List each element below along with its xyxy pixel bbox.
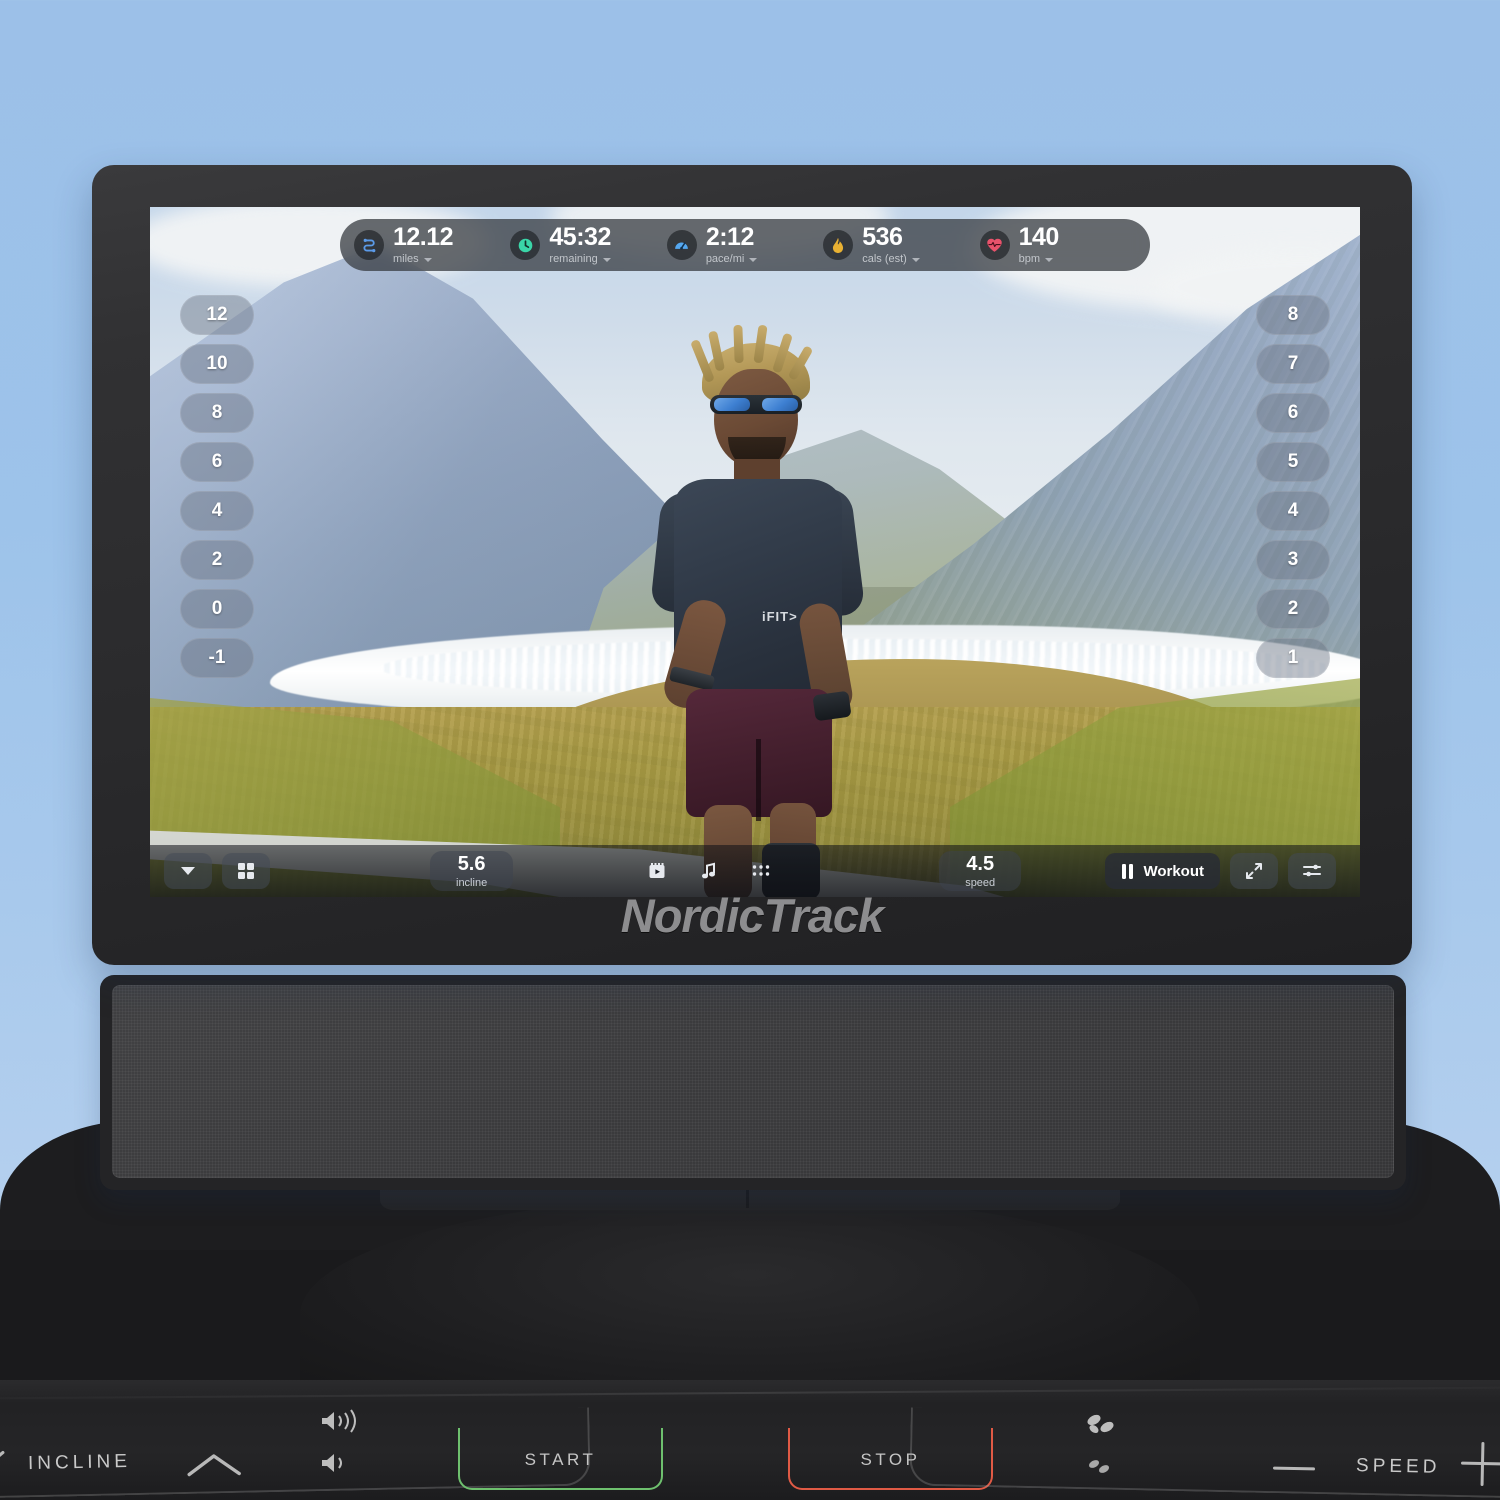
incline-up-icon[interactable] <box>185 1449 244 1480</box>
metric-label: cals (est) <box>862 253 907 265</box>
volume-high-icon[interactable] <box>318 1408 364 1434</box>
apps-button[interactable] <box>737 853 785 889</box>
chevron-down-icon[interactable] <box>602 257 611 262</box>
workout-pause-button[interactable]: Workout <box>1105 853 1220 889</box>
speed-pill[interactable]: 1 <box>1256 638 1330 678</box>
runner-shorts-seam <box>756 739 761 821</box>
route-icon <box>354 230 384 260</box>
metric-miles[interactable]: 12.12 miles <box>354 225 510 265</box>
speed-pill[interactable]: 3 <box>1256 540 1330 580</box>
speed-pill[interactable]: 8 <box>1256 295 1330 335</box>
speed-pill[interactable]: 5 <box>1256 442 1330 482</box>
console-speaker-bar <box>100 975 1406 1190</box>
metric-label: pace/mi <box>705 253 745 265</box>
incline-pill[interactable]: 0 <box>180 589 254 629</box>
metric-remaining[interactable]: 45:32 remaining <box>510 225 666 265</box>
brand-logo: NordicTrack <box>620 889 884 942</box>
pause-icon <box>1121 863 1134 879</box>
start-button[interactable]: START <box>458 1428 663 1490</box>
metric-value: 536 <box>862 223 903 251</box>
console-monitor: iFIT> 12.12 miles 45:32 remaining 2:12 p… <box>92 165 1412 965</box>
speed-pill[interactable]: 2 <box>1256 589 1330 629</box>
speed-control-group[interactable] <box>909 1407 1500 1499</box>
video-camera-icon <box>648 862 666 880</box>
workout-video-scene: iFIT> <box>150 207 1360 897</box>
metric-value: 2:12 <box>705 223 755 251</box>
speed-pill[interactable]: 6 <box>1256 393 1330 433</box>
console-control-strip: INCLINE START STOP SPEED <box>0 1380 1500 1500</box>
chevron-down-icon[interactable] <box>423 257 432 262</box>
speed-value: 4.5 <box>966 852 995 875</box>
metric-pace[interactable]: 2:12 pace/mi <box>666 223 823 265</box>
speed-button-label: SPEED <box>1355 1455 1441 1478</box>
incline-pill[interactable]: -1 <box>180 638 254 678</box>
music-note-icon <box>701 862 717 880</box>
metric-heartrate[interactable]: 140 bpm <box>979 223 1136 265</box>
chevron-down-icon[interactable] <box>1045 257 1054 262</box>
incline-pill[interactable]: 4 <box>180 491 254 531</box>
video-button[interactable] <box>633 853 681 889</box>
incline-value: 5.6 <box>457 852 486 875</box>
speed-stat[interactable]: 4.5 speed <box>939 851 1022 891</box>
volume-low-icon[interactable] <box>318 1450 364 1476</box>
incline-button-label: INCLINE <box>27 1450 132 1475</box>
sunglass-lens <box>762 398 798 411</box>
start-button-label: START <box>524 1450 597 1469</box>
expand-arrows-icon <box>1245 862 1263 880</box>
settings-button[interactable] <box>1288 853 1336 889</box>
fullscreen-button[interactable] <box>1230 853 1278 889</box>
sliders-icon <box>1303 863 1321 879</box>
incline-stat[interactable]: 5.6 incline <box>430 851 514 891</box>
workout-button-label: Workout <box>1143 862 1204 880</box>
heart-icon <box>979 230 1010 260</box>
metrics-bar: 12.12 miles 45:32 remaining 2:12 pace/mi… <box>340 219 1150 271</box>
metric-value: 12.12 <box>393 223 454 251</box>
metric-label: miles <box>393 253 419 265</box>
music-button[interactable] <box>685 853 733 889</box>
incline-pill[interactable]: 10 <box>180 344 254 384</box>
metric-label: bpm <box>1018 253 1041 265</box>
runner-figure: iFIT> <box>642 324 872 897</box>
incline-down-icon[interactable] <box>0 1448 6 1475</box>
metric-label: remaining <box>549 253 598 265</box>
collapse-toolbar-button[interactable] <box>164 853 212 889</box>
incline-pill[interactable]: 6 <box>180 442 254 482</box>
speed-plus-icon[interactable] <box>1461 1442 1500 1487</box>
metric-value: 45:32 <box>549 223 611 251</box>
sunglass-lens <box>714 398 750 411</box>
chevron-down-icon <box>180 866 196 876</box>
incline-stat-label: incline <box>456 876 488 889</box>
incline-pill[interactable]: 2 <box>180 540 254 580</box>
runner-dreadlock <box>733 324 744 364</box>
runner-watch <box>812 690 852 722</box>
chevron-down-icon[interactable] <box>749 257 758 262</box>
speedometer-icon <box>666 230 697 260</box>
volume-control-group[interactable] <box>318 1408 368 1486</box>
grid-2x2-icon <box>237 862 255 880</box>
speed-stat-label: speed <box>965 876 996 889</box>
runner-sunglasses <box>710 395 802 414</box>
speed-pill[interactable]: 4 <box>1256 491 1330 531</box>
shirt-brand-text: iFIT> <box>762 609 798 624</box>
apps-grid-icon <box>752 864 770 878</box>
metric-value: 140 <box>1018 223 1060 251</box>
incline-pill[interactable]: 8 <box>180 393 254 433</box>
chevron-down-icon[interactable] <box>911 257 920 262</box>
touchscreen-display[interactable]: iFIT> 12.12 miles 45:32 remaining 2:12 p… <box>150 207 1360 897</box>
speed-scale-column: 8 7 6 5 4 3 2 1 <box>1256 295 1330 678</box>
incline-scale-column: 12 10 8 6 4 2 0 -1 <box>180 295 254 678</box>
speaker-mesh <box>112 985 1394 1178</box>
clock-icon <box>510 230 541 260</box>
flame-icon <box>823 230 854 260</box>
speed-pill[interactable]: 7 <box>1256 344 1330 384</box>
layout-grid-button[interactable] <box>222 853 270 889</box>
incline-pill[interactable]: 12 <box>180 295 254 335</box>
metric-calories[interactable]: 536 cals (est) <box>823 225 979 265</box>
